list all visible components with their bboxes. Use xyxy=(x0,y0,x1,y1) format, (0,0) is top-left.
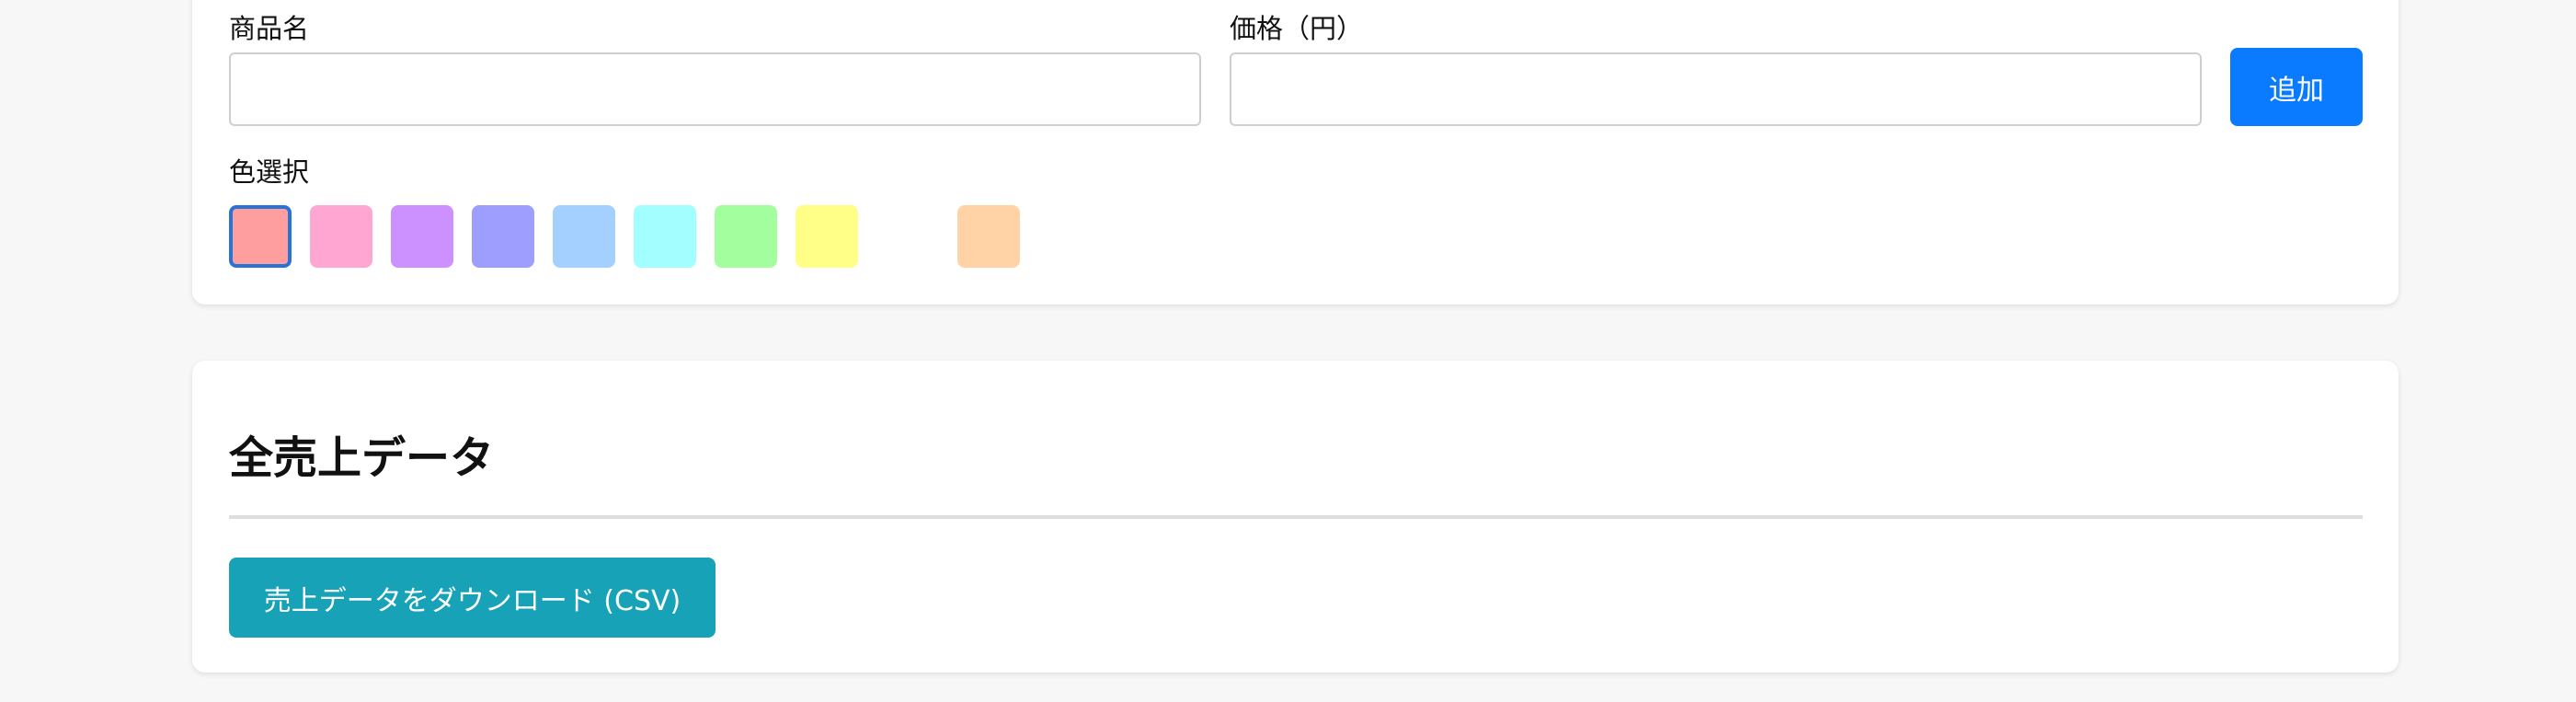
color-select-label: 色選択 xyxy=(229,156,310,188)
color-swatch-orange[interactable] xyxy=(957,205,1020,268)
price-input[interactable] xyxy=(1230,52,2202,126)
add-button[interactable]: 追加 xyxy=(2230,48,2363,126)
color-swatch-indigo[interactable] xyxy=(472,205,534,268)
section-divider xyxy=(229,515,2363,519)
color-swatch-green[interactable] xyxy=(715,205,777,268)
price-label: 価格（円） xyxy=(1230,13,1364,44)
sales-section-title: 全売上データ xyxy=(229,432,495,484)
color-swatch-pink[interactable] xyxy=(310,205,372,268)
product-name-input[interactable] xyxy=(229,52,1201,126)
sales-data-card: 全売上データ 売上データをダウンロード (CSV) xyxy=(192,361,2399,673)
download-csv-button[interactable]: 売上データをダウンロード (CSV) xyxy=(229,558,716,638)
color-swatch-yellow[interactable] xyxy=(796,205,858,268)
product-form-card: 商品名 価格（円） 追加 色選択 xyxy=(192,0,2399,305)
color-swatch-red[interactable] xyxy=(229,205,292,268)
color-swatch-white[interactable] xyxy=(876,205,939,268)
product-name-label: 商品名 xyxy=(229,13,310,44)
color-swatch-cyan[interactable] xyxy=(634,205,696,268)
color-swatch-blue[interactable] xyxy=(553,205,615,268)
color-swatch-purple[interactable] xyxy=(391,205,453,268)
